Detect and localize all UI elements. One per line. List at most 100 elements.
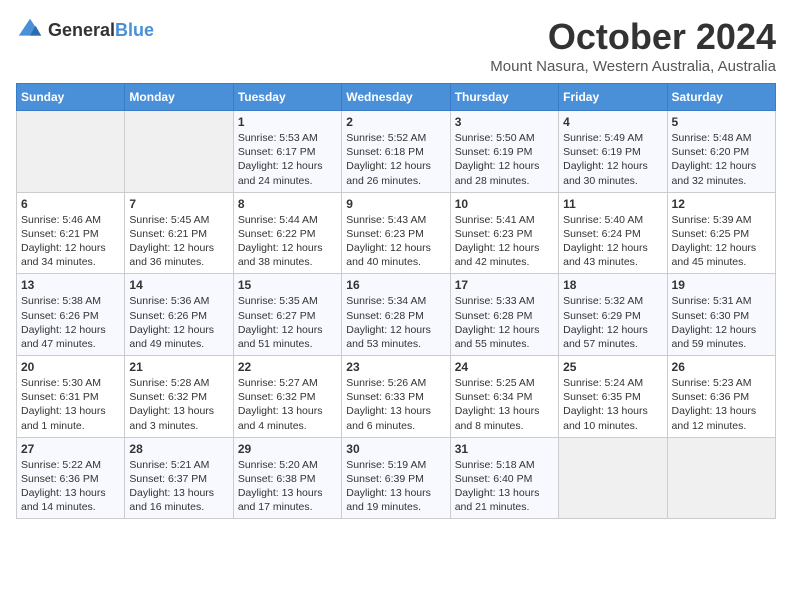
day-number: 23: [346, 360, 445, 374]
day-number: 24: [455, 360, 554, 374]
day-number: 6: [21, 197, 120, 211]
day-info: Sunrise: 5:33 AM Sunset: 6:28 PM Dayligh…: [455, 294, 554, 351]
header-wednesday: Wednesday: [342, 84, 450, 111]
calendar-cell: 17 Sunrise: 5:33 AM Sunset: 6:28 PM Dayli…: [450, 274, 558, 356]
calendar-cell: 6Sunrise: 5:46 AM Sunset: 6:21 PM Daylig…: [17, 192, 125, 274]
day-info: Sunrise: 5:39 AM Sunset: 6:25 PM Dayligh…: [672, 213, 771, 270]
header-monday: Monday: [125, 84, 233, 111]
week-row-5: 27Sunrise: 5:22 AM Sunset: 6:36 PM Dayli…: [17, 437, 776, 519]
calendar-cell: 12 Sunrise: 5:39 AM Sunset: 6:25 PM Dayli…: [667, 192, 775, 274]
day-info: Sunrise: 5:44 AM Sunset: 6:22 PM Dayligh…: [238, 213, 337, 270]
calendar-cell: 4 Sunrise: 5:49 AM Sunset: 6:19 PM Daylig…: [559, 111, 667, 193]
day-number: 30: [346, 442, 445, 456]
day-info: Sunrise: 5:26 AM Sunset: 6:33 PM Dayligh…: [346, 376, 445, 433]
calendar-cell: 3Sunrise: 5:50 AM Sunset: 6:19 PM Daylig…: [450, 111, 558, 193]
day-number: 4: [563, 115, 662, 129]
subtitle: Mount Nasura, Western Australia, Austral…: [490, 58, 776, 75]
day-info: Sunrise: 5:30 AM Sunset: 6:31 PM Dayligh…: [21, 376, 120, 433]
calendar-table: Sunday Monday Tuesday Wednesday Thursday…: [16, 83, 776, 519]
day-number: 11: [563, 197, 662, 211]
day-info: Sunrise: 5:25 AM Sunset: 6:34 PM Dayligh…: [455, 376, 554, 433]
calendar-cell: 16 Sunrise: 5:34 AM Sunset: 6:28 PM Dayli…: [342, 274, 450, 356]
day-info: Sunrise: 5:22 AM Sunset: 6:36 PM Dayligh…: [21, 458, 120, 515]
day-number: 5: [672, 115, 771, 129]
day-info: Sunrise: 5:19 AM Sunset: 6:39 PM Dayligh…: [346, 458, 445, 515]
calendar-cell: 13Sunrise: 5:38 AM Sunset: 6:26 PM Dayli…: [17, 274, 125, 356]
calendar-cell: 30 Sunrise: 5:19 AM Sunset: 6:39 PM Dayli…: [342, 437, 450, 519]
week-row-3: 13Sunrise: 5:38 AM Sunset: 6:26 PM Dayli…: [17, 274, 776, 356]
page-header: GeneralBlue October 2024 Mount Nasura, W…: [16, 16, 776, 75]
calendar-cell: 27Sunrise: 5:22 AM Sunset: 6:36 PM Dayli…: [17, 437, 125, 519]
calendar-cell: 19Sunrise: 5:31 AM Sunset: 6:30 PM Dayli…: [667, 274, 775, 356]
calendar-cell: 9Sunrise: 5:43 AM Sunset: 6:23 PM Daylig…: [342, 192, 450, 274]
calendar-cell: 20 Sunrise: 5:30 AM Sunset: 6:31 PM Dayli…: [17, 356, 125, 438]
calendar-cell: 10Sunrise: 5:41 AM Sunset: 6:23 PM Dayli…: [450, 192, 558, 274]
day-number: 13: [21, 278, 120, 292]
day-number: 1: [238, 115, 337, 129]
week-row-4: 20 Sunrise: 5:30 AM Sunset: 6:31 PM Dayli…: [17, 356, 776, 438]
day-number: 22: [238, 360, 337, 374]
day-info: Sunrise: 5:36 AM Sunset: 6:26 PM Dayligh…: [129, 294, 228, 351]
calendar-cell: 23 Sunrise: 5:26 AM Sunset: 6:33 PM Dayli…: [342, 356, 450, 438]
calendar-cell: 14 Sunrise: 5:36 AM Sunset: 6:26 PM Dayli…: [125, 274, 233, 356]
day-info: Sunrise: 5:48 AM Sunset: 6:20 PM Dayligh…: [672, 131, 771, 188]
day-info: Sunrise: 5:45 AM Sunset: 6:21 PM Dayligh…: [129, 213, 228, 270]
day-number: 7: [129, 197, 228, 211]
calendar-cell: 24 Sunrise: 5:25 AM Sunset: 6:34 PM Dayli…: [450, 356, 558, 438]
calendar-cell: 18Sunrise: 5:32 AM Sunset: 6:29 PM Dayli…: [559, 274, 667, 356]
header-tuesday: Tuesday: [233, 84, 341, 111]
logo-blue: Blue: [115, 20, 154, 40]
day-number: 8: [238, 197, 337, 211]
day-number: 17: [455, 278, 554, 292]
calendar-cell: 15 Sunrise: 5:35 AM Sunset: 6:27 PM Dayli…: [233, 274, 341, 356]
calendar-cell: 5 Sunrise: 5:48 AM Sunset: 6:20 PM Daylig…: [667, 111, 775, 193]
header-saturday: Saturday: [667, 84, 775, 111]
day-number: 3: [455, 115, 554, 129]
calendar-cell: 2Sunrise: 5:52 AM Sunset: 6:18 PM Daylig…: [342, 111, 450, 193]
logo: GeneralBlue: [16, 16, 154, 44]
day-number: 15: [238, 278, 337, 292]
day-number: 29: [238, 442, 337, 456]
day-number: 28: [129, 442, 228, 456]
day-number: 21: [129, 360, 228, 374]
header-thursday: Thursday: [450, 84, 558, 111]
day-number: 12: [672, 197, 771, 211]
day-info: Sunrise: 5:35 AM Sunset: 6:27 PM Dayligh…: [238, 294, 337, 351]
calendar-cell: 1Sunrise: 5:53 AM Sunset: 6:17 PM Daylig…: [233, 111, 341, 193]
header-row: Sunday Monday Tuesday Wednesday Thursday…: [17, 84, 776, 111]
calendar-cell: [667, 437, 775, 519]
calendar-cell: 7 Sunrise: 5:45 AM Sunset: 6:21 PM Daylig…: [125, 192, 233, 274]
day-info: Sunrise: 5:28 AM Sunset: 6:32 PM Dayligh…: [129, 376, 228, 433]
logo-text: GeneralBlue: [48, 20, 154, 41]
day-number: 9: [346, 197, 445, 211]
logo-icon: [16, 16, 44, 44]
week-row-2: 6Sunrise: 5:46 AM Sunset: 6:21 PM Daylig…: [17, 192, 776, 274]
header-sunday: Sunday: [17, 84, 125, 111]
day-info: Sunrise: 5:24 AM Sunset: 6:35 PM Dayligh…: [563, 376, 662, 433]
calendar-cell: 11Sunrise: 5:40 AM Sunset: 6:24 PM Dayli…: [559, 192, 667, 274]
calendar-body: 1Sunrise: 5:53 AM Sunset: 6:17 PM Daylig…: [17, 111, 776, 519]
day-number: 26: [672, 360, 771, 374]
day-info: Sunrise: 5:23 AM Sunset: 6:36 PM Dayligh…: [672, 376, 771, 433]
day-info: Sunrise: 5:27 AM Sunset: 6:32 PM Dayligh…: [238, 376, 337, 433]
day-number: 19: [672, 278, 771, 292]
day-number: 20: [21, 360, 120, 374]
header-friday: Friday: [559, 84, 667, 111]
day-info: Sunrise: 5:34 AM Sunset: 6:28 PM Dayligh…: [346, 294, 445, 351]
calendar-cell: 22 Sunrise: 5:27 AM Sunset: 6:32 PM Dayli…: [233, 356, 341, 438]
title-block: October 2024 Mount Nasura, Western Austr…: [490, 16, 776, 75]
day-number: 10: [455, 197, 554, 211]
day-info: Sunrise: 5:18 AM Sunset: 6:40 PM Dayligh…: [455, 458, 554, 515]
day-number: 14: [129, 278, 228, 292]
calendar-cell: [125, 111, 233, 193]
day-info: Sunrise: 5:20 AM Sunset: 6:38 PM Dayligh…: [238, 458, 337, 515]
calendar-cell: [559, 437, 667, 519]
day-number: 16: [346, 278, 445, 292]
main-title: October 2024: [490, 16, 776, 58]
calendar-cell: 21 Sunrise: 5:28 AM Sunset: 6:32 PM Dayli…: [125, 356, 233, 438]
calendar-cell: 29 Sunrise: 5:20 AM Sunset: 6:38 PM Dayli…: [233, 437, 341, 519]
calendar-cell: 25Sunrise: 5:24 AM Sunset: 6:35 PM Dayli…: [559, 356, 667, 438]
calendar-cell: 8 Sunrise: 5:44 AM Sunset: 6:22 PM Daylig…: [233, 192, 341, 274]
day-info: Sunrise: 5:52 AM Sunset: 6:18 PM Dayligh…: [346, 131, 445, 188]
day-info: Sunrise: 5:49 AM Sunset: 6:19 PM Dayligh…: [563, 131, 662, 188]
